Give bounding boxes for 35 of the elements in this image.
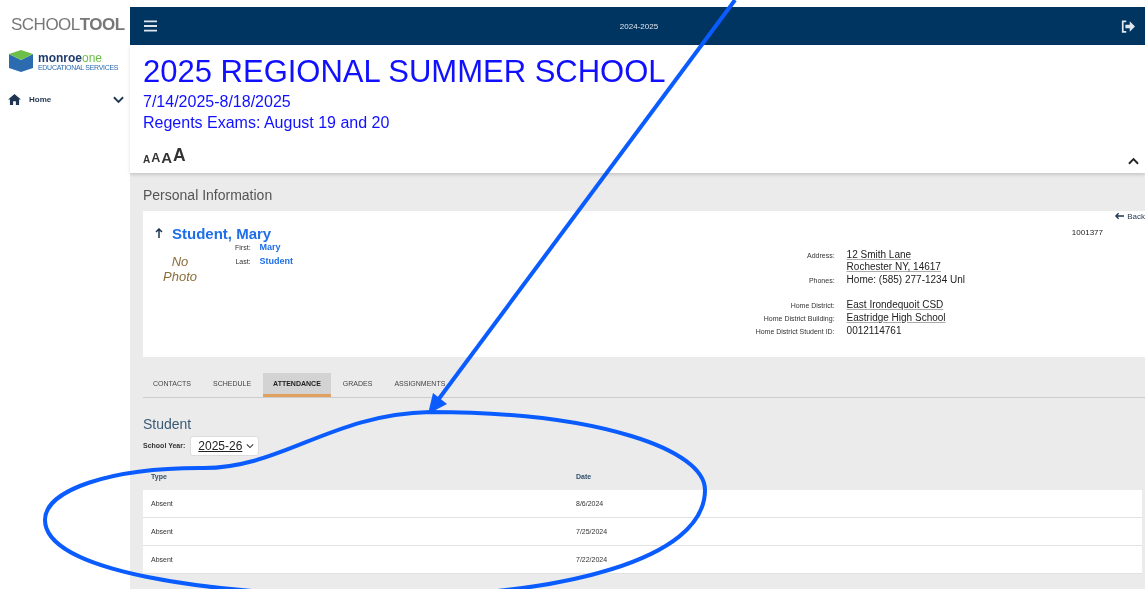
first-name: Mary bbox=[259, 241, 282, 252]
up-arrow-icon bbox=[155, 228, 163, 239]
attendance-heading: Student bbox=[143, 415, 193, 432]
detail-link[interactable]: 12 Smith Lane bbox=[846, 248, 965, 260]
detail-link[interactable]: East Irondequoit CSD bbox=[846, 298, 965, 310]
collapse-icon[interactable] bbox=[1128, 156, 1139, 165]
detail-value: Home: (585) 277-1234 Unl bbox=[846, 273, 965, 285]
section-title: Personal Information bbox=[143, 186, 274, 203]
detail-link[interactable]: Eastridge High School bbox=[846, 311, 965, 323]
menu-icon[interactable] bbox=[144, 20, 157, 32]
org-logo-icon bbox=[8, 50, 34, 72]
student-name: Student, Mary bbox=[172, 224, 272, 242]
nav-item[interactable]: Home bbox=[8, 94, 124, 105]
font-size-button[interactable]: A bbox=[143, 154, 151, 165]
org-name: monroeone bbox=[38, 51, 104, 64]
chevron-icon bbox=[246, 442, 255, 449]
detail-link[interactable]: Rochester NY, 14617 bbox=[846, 260, 965, 272]
font-size-button[interactable]: A bbox=[161, 149, 173, 165]
school-year-dropdown[interactable]: 2025-26 bbox=[190, 435, 260, 456]
detail-value: 0012114761 bbox=[846, 324, 903, 336]
no-photo-text: No Photo bbox=[162, 253, 198, 284]
banner-exams: Regents Exams: August 19 and 20 bbox=[143, 112, 391, 133]
back-link[interactable]: Back bbox=[1115, 211, 1145, 221]
logout-icon[interactable] bbox=[1121, 19, 1135, 33]
font-size-button[interactable]: A bbox=[173, 147, 186, 165]
banner-title: 2025 REGIONAL SUMMER SCHOOL bbox=[143, 53, 667, 91]
font-size-button[interactable]: A bbox=[151, 152, 161, 165]
chevron-icon bbox=[113, 95, 124, 104]
school-year-label: 2024-2025 bbox=[619, 21, 659, 31]
student-id: 1001377 bbox=[1071, 227, 1103, 237]
home-icon bbox=[8, 94, 21, 105]
brand-name: SCHOOLTOOL bbox=[11, 15, 125, 35]
left-arrow-icon bbox=[1115, 212, 1125, 221]
last-name: Student bbox=[259, 255, 294, 266]
banner-dates: 7/14/2025-8/18/2025 bbox=[143, 91, 292, 112]
